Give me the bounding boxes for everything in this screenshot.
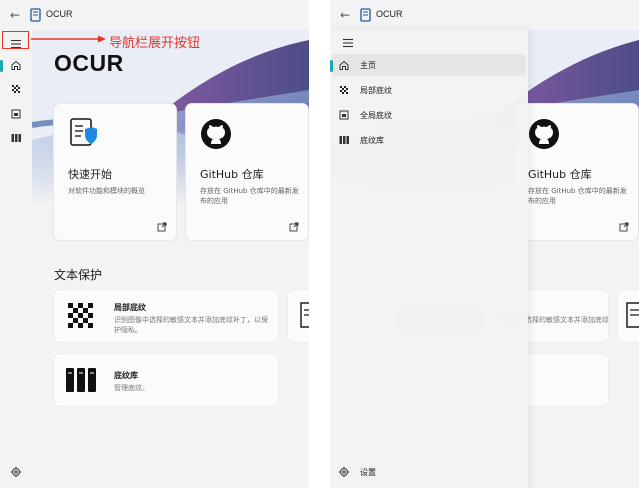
annotation-highlight-box: [2, 31, 29, 49]
annotation-arrow-icon: [31, 35, 106, 43]
image-icon: [11, 109, 21, 119]
card-description: 对软件功能和模块的概览: [68, 187, 145, 195]
home-icon: [11, 60, 21, 70]
home-icon: [339, 60, 349, 70]
back-arrow-icon[interactable]: ←: [10, 8, 20, 22]
card-title: GitHub 仓库: [528, 168, 592, 181]
image-icon: [339, 110, 349, 120]
card-description-line1: 存放在 GitHub 仓库中的最新发: [528, 187, 627, 195]
module-description-line1: 识别图像中选择的敏感文本并添加底纹补丁，以保: [114, 316, 268, 324]
card-description-line2: 布的应用: [200, 197, 228, 205]
active-indicator: [0, 60, 3, 72]
nav-item-local-shading[interactable]: 局部底纹: [332, 79, 526, 101]
card-title: GitHub 仓库: [200, 168, 264, 181]
nav-rail: [0, 30, 32, 488]
window-title: OCUR: [376, 9, 403, 19]
card-description-line2: 布的应用: [528, 197, 556, 205]
module-card-global-shading[interactable]: [618, 290, 639, 342]
page-title: OCUR: [54, 50, 124, 76]
github-icon: [201, 119, 231, 149]
module-card-shading-library[interactable]: 底纹库 管理底纹。: [54, 354, 278, 406]
back-arrow-icon[interactable]: ←: [340, 8, 350, 22]
nav-item-shading-library[interactable]: 底纹库: [332, 129, 526, 151]
nav-item-label: 局部底纹: [360, 86, 392, 95]
nav-item-label: 全局底纹: [360, 111, 392, 120]
rail-item-local-shading[interactable]: [4, 78, 28, 100]
module-title: 局部底纹: [114, 303, 146, 312]
card-title: 快速开始: [68, 168, 112, 181]
title-bar: ← OCUR: [330, 0, 639, 30]
checker-icon: [340, 86, 348, 94]
app-logo-icon: [360, 8, 371, 22]
document-shield-icon: [70, 118, 97, 146]
gear-icon: [338, 466, 350, 478]
module-description: 管理底纹。: [114, 384, 149, 392]
document-icon: [626, 302, 639, 328]
screenshot-comparison: ← OCUR OCUR 导航栏展开按钮 快速开始 对软件功能和模块的概览 Git…: [0, 0, 639, 488]
checker-icon: [68, 303, 93, 328]
github-icon: [529, 119, 559, 149]
module-card-global-shading[interactable]: [288, 290, 309, 342]
github-repo-card[interactable]: GitHub 仓库 存放在 GitHub 仓库中的最新发 布的应用: [186, 104, 308, 240]
rail-item-global-shading[interactable]: [4, 103, 28, 125]
document-icon: [300, 302, 309, 328]
app-logo-icon: [30, 8, 41, 22]
rail-item-settings[interactable]: [4, 461, 28, 483]
nav-item-settings[interactable]: 设置: [332, 461, 526, 483]
nav-toggle-button[interactable]: [336, 33, 360, 53]
external-link-icon[interactable]: [619, 222, 629, 232]
nav-item-label: 底纹库: [360, 136, 384, 145]
rail-item-home[interactable]: [4, 54, 28, 76]
title-bar: ← OCUR: [0, 0, 309, 30]
module-description-line2: 护隐私。: [114, 326, 142, 334]
library-icon: [11, 134, 21, 142]
settings-label: 设置: [360, 468, 376, 477]
app-window-collapsed: ← OCUR OCUR 导航栏展开按钮 快速开始 对软件功能和模块的概览 Git…: [0, 0, 309, 488]
window-title: OCUR: [46, 9, 73, 19]
gear-icon: [10, 466, 22, 478]
nav-item-home[interactable]: 主页: [332, 54, 526, 76]
library-icon: [66, 368, 96, 392]
section-title: 文本保护: [54, 268, 103, 282]
library-icon: [339, 136, 349, 144]
hamburger-icon: [343, 38, 353, 48]
rail-item-shading-library[interactable]: [4, 127, 28, 149]
nav-item-label: 主页: [360, 61, 376, 70]
external-link-icon[interactable]: [289, 222, 299, 232]
card-description-line1: 存放在 GitHub 仓库中的最新发: [200, 187, 299, 195]
module-card-local-shading[interactable]: 局部底纹 识别图像中选择的敏感文本并添加底纹补丁，以保 护隐私。: [54, 290, 278, 342]
module-title: 底纹库: [114, 371, 138, 380]
checker-icon: [12, 85, 20, 93]
active-indicator: [330, 60, 333, 72]
nav-item-global-shading[interactable]: 全局底纹: [332, 104, 526, 126]
app-window-expanded: ← OCUR GitHub 仓库 存放在 GitHub 仓库中的最新发 布的应用…: [330, 0, 639, 488]
external-link-icon[interactable]: [157, 222, 167, 232]
github-repo-card[interactable]: GitHub 仓库 存放在 GitHub 仓库中的最新发 布的应用: [516, 104, 638, 240]
quick-start-card[interactable]: 快速开始 对软件功能和模块的概览: [54, 104, 176, 240]
annotation-label: 导航栏展开按钮: [109, 36, 201, 51]
